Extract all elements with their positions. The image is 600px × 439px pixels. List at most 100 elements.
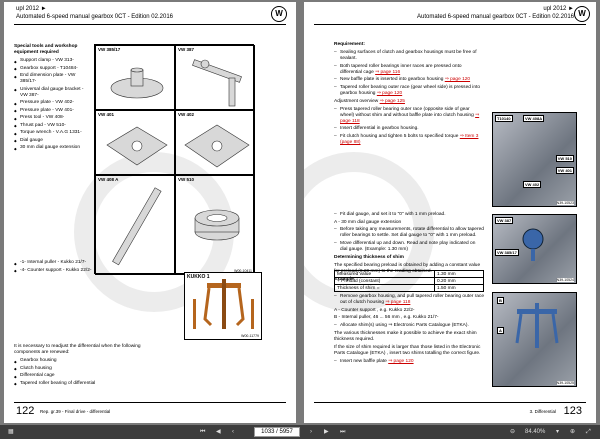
list-item: Torque wrench - V.A.G 1331- [14, 130, 90, 137]
list-item: Allocate shim(s) using ⇒ Electronic Part… [334, 323, 484, 329]
list-item: Pressure plate - VW 402- [14, 100, 90, 107]
prev-page-icon[interactable]: ◀ [216, 427, 221, 437]
requirement-text: Tapered roller bearing outer race (gear … [340, 84, 480, 96]
prev-spread-icon[interactable]: ‹ [232, 427, 234, 437]
list-item: Gearbox housing [14, 358, 154, 365]
table-cell: 1.50 mm [434, 284, 484, 292]
figure-code: W00-11779 [241, 334, 259, 338]
list-item: Thrust pad - VW 510- [14, 123, 90, 130]
dial-gauge-icon [522, 228, 544, 261]
zoom-in-icon[interactable]: ⊕ [570, 427, 575, 437]
last-page-icon[interactable]: ⏭ [340, 427, 345, 437]
list-item: Dial gauge [14, 138, 90, 145]
photo-tag: VW 401 [555, 167, 574, 174]
page-header: VW upl 2012 ► Automated 6-speed manual g… [4, 2, 296, 26]
step-text: Fit clutch housing and tighten 5 bolts t… [340, 133, 459, 139]
tools-section: Special tools and workshop equipment req… [14, 44, 90, 153]
page-header: upl 2012 ► Automated 6-speed manual gear… [304, 2, 596, 26]
puller-drawing [193, 279, 254, 329]
list-item: End dimension plate - VW 385/17- [14, 73, 90, 85]
list-item: Move differential up and down. Read and … [334, 241, 484, 253]
table-cell: Thickness of shim = [333, 284, 436, 292]
fit-page-icon[interactable]: ⤢ [586, 427, 591, 437]
counter-support-note: A - Counter support , e.g. Kukko 22/2- [334, 307, 415, 313]
list-item: Fit clutch housing and tighten 5 bolts t… [334, 134, 484, 146]
next-page-icon[interactable]: ▶ [324, 427, 329, 437]
figure-code: N39-10525 [556, 381, 574, 385]
zoom-dropdown-icon[interactable]: ▾ [556, 427, 559, 437]
list-item: Support clamp - VW 313- [14, 58, 90, 65]
header-line1: upl 2012 ► [16, 6, 47, 12]
list-item: New baffle plate is inserted into gearbo… [334, 77, 484, 83]
zoom-out-icon[interactable]: ⊖ [510, 427, 515, 437]
page-link[interactable]: ⇒ page 116 [375, 70, 400, 75]
page-link[interactable]: ⇒ page 118 [385, 300, 410, 305]
header-line2: Automated 6-speed manual gearbox 0CT - E… [417, 14, 574, 20]
pressure-plate-drawing [106, 126, 168, 166]
page-link[interactable]: ⇒ page 120 [445, 77, 470, 82]
list-item: Fit dial gauge, and set it to "0" with 1… [334, 212, 484, 218]
header-rule [14, 24, 286, 25]
list-item: Insert differential in gearbox housing. [334, 126, 484, 132]
pressure-plate-drawing [184, 124, 250, 168]
photo-tag: VW 510 [555, 155, 574, 162]
list-item: Press tool - VW 408- [14, 115, 90, 122]
list-item: -1- Internal puller - Kukko 21/7- [14, 260, 94, 267]
list-item: Press tapered roller bearing outer race … [334, 107, 484, 125]
photo-tag: B [497, 297, 504, 304]
step-text: Insert new baffle plate [340, 358, 387, 364]
first-page-icon[interactable]: ⏮ [200, 427, 205, 437]
shim-note: If the size of shim required is larger t… [334, 344, 481, 356]
list-item: Gearbox support - T10484- [14, 66, 90, 73]
tools-list: Support clamp - VW 313- Gearbox support … [14, 58, 90, 152]
shim-heading: Determining thickness of shim [334, 254, 404, 260]
step-text: Press tapered roller bearing outer race … [340, 106, 474, 118]
footer-rule [14, 402, 286, 403]
end-plate-drawing [110, 67, 164, 99]
list-item: Tapered roller bearing of differential [14, 381, 154, 388]
tools-illustration: VW 385/17 VW 387 VW 401 VW 402 VW 408 A … [94, 44, 255, 275]
step-text: Remove gearbox housing, and pull tapered… [340, 294, 484, 305]
figure-code: N39-10524 [556, 278, 574, 282]
dial-bracket-drawing [192, 59, 242, 107]
next-spread-icon[interactable]: › [310, 427, 312, 437]
zoom-level[interactable]: 84.40% [525, 427, 545, 437]
list-item: Clutch housing [14, 366, 154, 373]
list-item: Before taking any measurements, rotate d… [334, 227, 484, 239]
table-row: Thickness of shim = 1.50 mm [333, 284, 484, 292]
table-row: Measured value 1.30 mm [333, 270, 484, 278]
adjustment-overview: Adjustment overview ⇒ page 125 [334, 99, 484, 105]
page-123: upl 2012 ► Automated 6-speed manual gear… [304, 2, 596, 423]
table-cell: 0.20 mm [434, 277, 484, 285]
tool-cell: VW 408 A [95, 175, 175, 275]
tool-cell: VW 385/17 [95, 45, 175, 110]
page-link[interactable]: ⇒ page 120 [377, 91, 402, 96]
table-cell: + Preload (constant) [333, 277, 436, 285]
tools-heading: Special tools and workshop equipment req… [14, 44, 78, 55]
vw-logo-icon: W [574, 6, 590, 22]
table-cell: Measured value [333, 270, 436, 278]
puller-photo: B A N39-10525 [492, 292, 577, 387]
list-item: Universal dial gauge bracket - VW 387- [14, 87, 90, 99]
list-item: Insert new baffle plate ⇒ page 120 [334, 359, 484, 365]
figure-code: N39-10523 [556, 201, 574, 205]
page-link[interactable]: ⇒ page 125 [380, 99, 405, 104]
tool-cell: VW 401 [95, 110, 175, 175]
page-number: 122 [16, 405, 35, 417]
requirement-text: New baffle plate is inserted into gearbo… [340, 77, 444, 82]
page-link[interactable]: ⇒ page 120 [388, 359, 413, 364]
list-item: Differential cage [14, 373, 154, 380]
list-item: Tapered roller bearing outer race (gear … [334, 85, 484, 97]
page-number-input[interactable]: 1033 / 5957 [254, 427, 300, 437]
measurement-table: Measured value 1.30 mm + Preload (constan… [333, 270, 484, 292]
document-viewport[interactable]: VW upl 2012 ► Automated 6-speed manual g… [0, 0, 600, 425]
requirements-section: Requirement: Sealing surfaces of clutch … [334, 42, 484, 147]
tool-cell: VW 510 W00-10411 [175, 175, 255, 275]
shim-note: The various thicknesses make it possible… [334, 330, 477, 342]
gauge-extension-note: A - 30 mm dial gauge extension [334, 219, 402, 225]
thumbnails-icon[interactable]: ▦ [8, 427, 14, 437]
puller-icon [515, 303, 559, 348]
table-row: + Preload (constant) 0.20 mm [333, 277, 484, 285]
photo-tag: A [497, 327, 504, 334]
footer-subtitle: Rep. gr.39 - Final drive - differential [40, 409, 111, 414]
